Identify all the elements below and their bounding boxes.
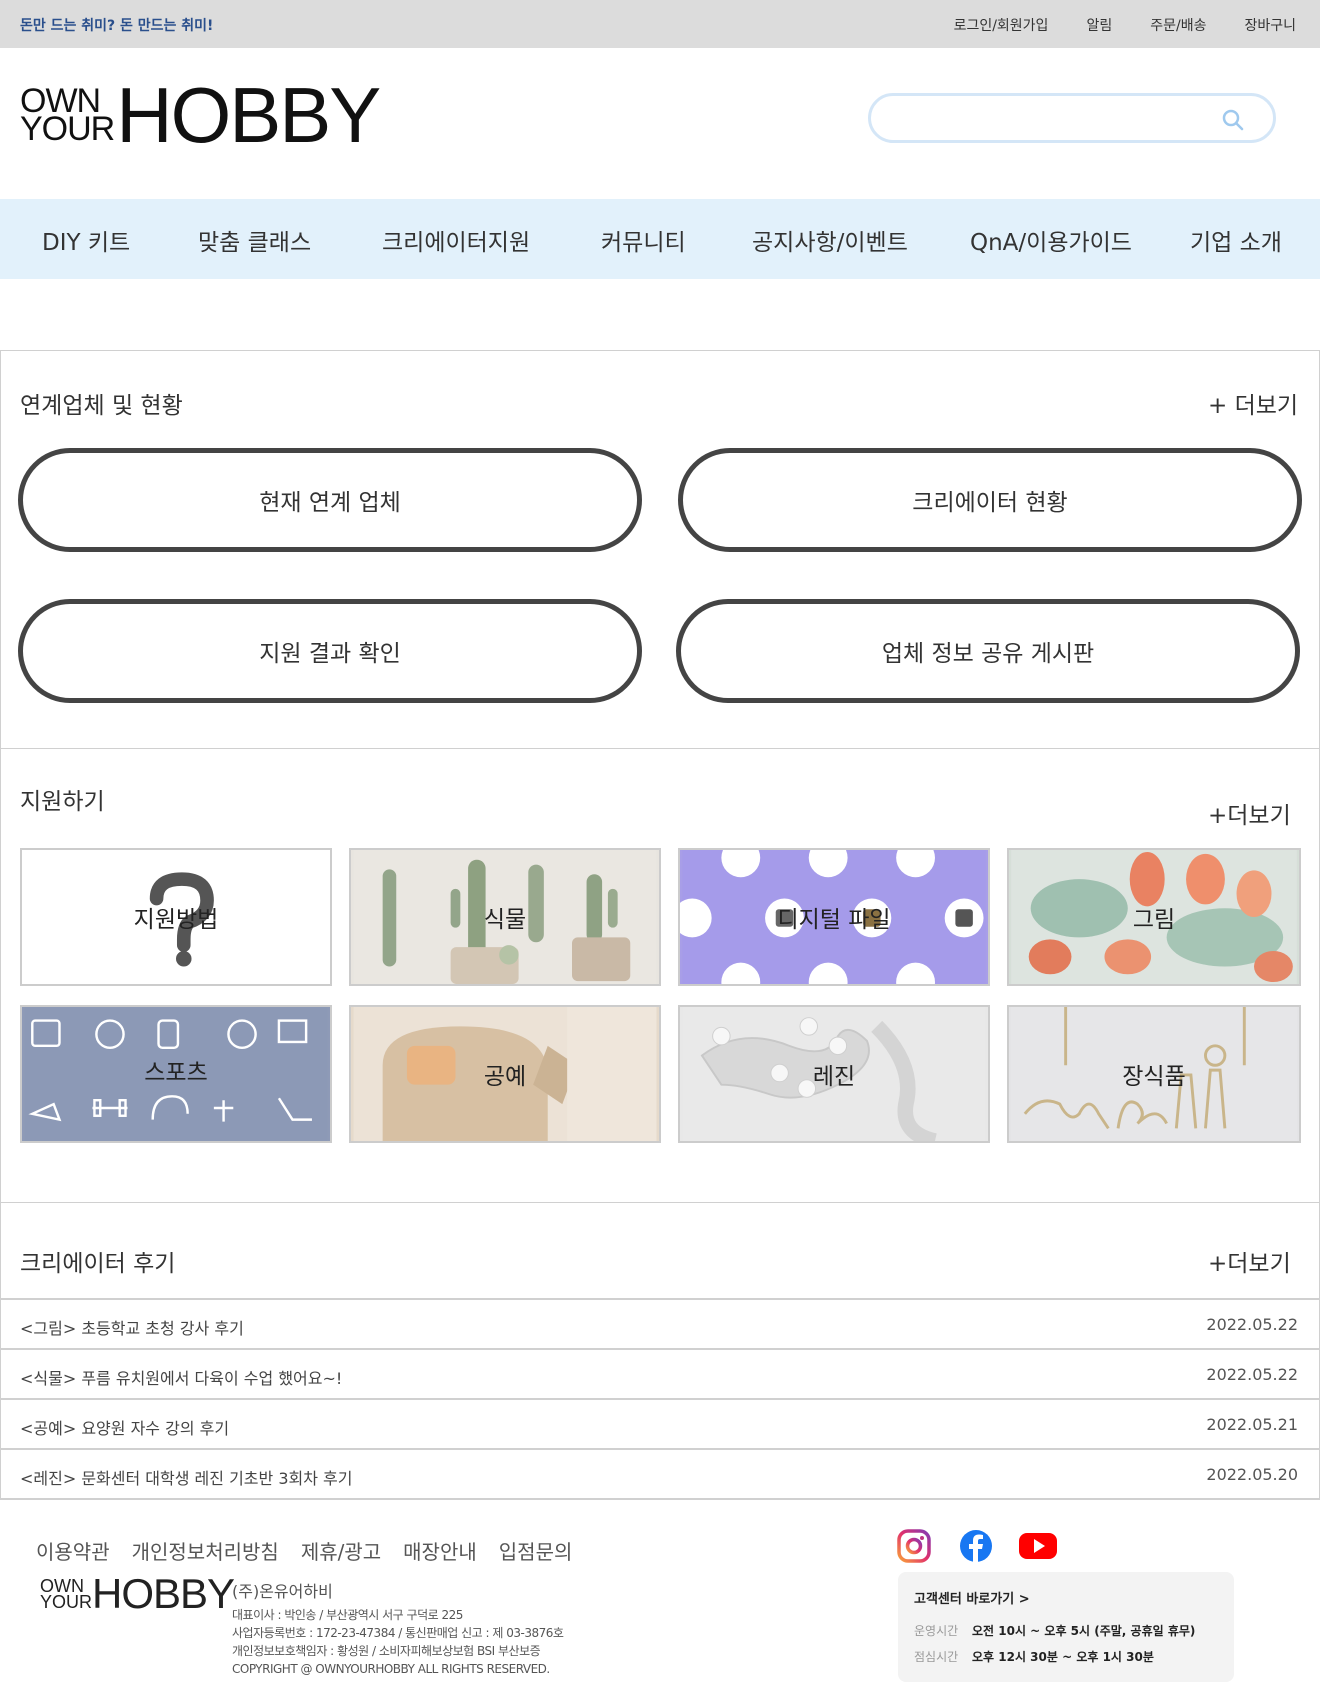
current-partners-button[interactable]: 현재 연계 업체 (18, 448, 642, 552)
nav-company-intro[interactable]: 기업 소개 (1190, 223, 1282, 257)
main-nav: DIY 키트 맞춤 클래스 크리에이터지원 커뮤니티 공지사항/이벤트 QnA/… (0, 199, 1320, 279)
tile-label: 스포츠 (144, 1060, 208, 1086)
tile-how-to-apply[interactable]: 지원방법 (20, 848, 332, 986)
section-divider (0, 748, 1320, 749)
lunch-hours-value: 오후 12시 30분 ~ 오후 1시 30분 (972, 1650, 1154, 1664)
section-divider (0, 1202, 1320, 1203)
review-row[interactable]: <공예> 요양원 자수 강의 후기 2022.05.21 (0, 1400, 1320, 1450)
footer-logo-your: YOUR (40, 1592, 93, 1612)
reviews-more-link[interactable]: +더보기 (1208, 1244, 1291, 1278)
review-date: 2022.05.20 (1206, 1465, 1298, 1484)
footer-logo-hobby: HOBBY (92, 1570, 235, 1617)
tile-digital-files[interactable]: 디지털 파일 (678, 848, 990, 986)
lunch-hours-label: 점심시간 (914, 1650, 959, 1664)
operating-hours-label: 운영시간 (914, 1624, 959, 1638)
logo-your: YOUR (20, 110, 115, 148)
search-bar (868, 93, 1276, 143)
partnership-ad-link[interactable]: 제휴/광고 (301, 1536, 381, 1565)
company-info-line: 사업자등록번호 : 172-23-47384 / 통신판매업 신고 : 제 03… (232, 1626, 564, 1640)
nav-notice-event[interactable]: 공지사항/이벤트 (752, 223, 908, 257)
reviews-title: 크리에이터 후기 (20, 1251, 176, 1277)
review-title: <레진> 문화센터 대학생 레진 기초반 3회차 후기 (20, 1469, 353, 1488)
nav-qna-guide[interactable]: QnA/이용가이드 (970, 223, 1132, 257)
operating-hours-value: 오전 10시 ~ 오후 5시 (주말, 공휴일 휴무) (972, 1624, 1196, 1638)
notification-link[interactable]: 알림 (1086, 15, 1112, 35)
review-date: 2022.05.22 (1206, 1365, 1298, 1384)
lunch-hours: 점심시간 오후 12시 30분 ~ 오후 1시 30분 (914, 1648, 1154, 1665)
logo-small-text: OWN YOUR (20, 84, 115, 148)
logo-hobby: HOBBY (116, 71, 381, 159)
support-result-button[interactable]: 지원 결과 확인 (18, 599, 642, 703)
tile-sports[interactable]: 스포츠 (20, 1005, 332, 1143)
search-input[interactable] (889, 106, 1209, 132)
review-row[interactable]: <레진> 문화센터 대학생 레진 기초반 3회차 후기 2022.05.20 (0, 1450, 1320, 1500)
nav-community[interactable]: 커뮤니티 (601, 223, 686, 257)
terms-link[interactable]: 이용약관 (36, 1536, 110, 1565)
company-info: 대표이사 : 박인송 / 부산광역시 서구 구덕로 225 사업자등록번호 : … (232, 1606, 564, 1678)
tile-label: 지원방법 (133, 907, 219, 933)
tile-label: 디지털 파일 (777, 907, 891, 933)
nav-creator-support[interactable]: 크리에이터지원 (382, 223, 530, 257)
top-bar: 돈만 드는 취미? 돈 만드는 취미! 로그인/회원가입 알림 주문/배송 장바… (0, 0, 1320, 48)
customer-service-link[interactable]: 고객센터 바로가기 > (914, 1588, 1030, 1607)
privacy-policy-link[interactable]: 개인정보처리방침 (132, 1536, 279, 1565)
login-signup-link[interactable]: 로그인/회원가입 (954, 15, 1049, 35)
creator-status-button[interactable]: 크리에이터 현황 (678, 448, 1302, 552)
tile-resin[interactable]: 레진 (678, 1005, 990, 1143)
review-date: 2022.05.21 (1206, 1415, 1298, 1434)
review-row[interactable]: <식물> 푸름 유치원에서 다육이 수업 했어요~! 2022.05.22 (0, 1350, 1320, 1400)
tile-painting[interactable]: 그림 (1007, 848, 1301, 986)
section-divider (0, 350, 1320, 351)
customer-service-box: 고객센터 바로가기 > 운영시간 오전 10시 ~ 오후 5시 (주말, 공휴일… (898, 1572, 1234, 1682)
tile-label: 식물 (483, 907, 527, 933)
review-row[interactable]: <그림> 초등학교 초청 강사 후기 2022.05.22 (0, 1300, 1320, 1350)
apply-title: 지원하기 (20, 789, 105, 815)
apply-more-link[interactable]: +더보기 (1208, 796, 1291, 830)
tile-crafts[interactable]: 공예 (349, 1005, 661, 1143)
tile-label: 레진 (812, 1064, 856, 1090)
search-icon[interactable] (1221, 108, 1245, 132)
company-info-board-button[interactable]: 업체 정보 공유 게시판 (676, 599, 1300, 703)
top-links: 로그인/회원가입 알림 주문/배송 장바구니 (954, 15, 1296, 35)
vendor-inquiry-link[interactable]: 입점문의 (499, 1536, 573, 1565)
company-name: (주)온유어하비 (232, 1582, 333, 1601)
tile-label: 그림 (1132, 907, 1176, 933)
tile-label: 장식품 (1122, 1064, 1186, 1090)
footer-logo-small: OWN YOUR (40, 1577, 93, 1612)
partners-title: 연계업체 및 현황 (20, 393, 183, 419)
footer-logo: OWN YOUR HOBBY (40, 1570, 235, 1617)
cart-link[interactable]: 장바구니 (1244, 15, 1296, 35)
site-logo[interactable]: OWN YOUR HOBBY (20, 71, 381, 159)
youtube-icon[interactable] (1018, 1528, 1058, 1564)
review-title: <공예> 요양원 자수 강의 후기 (20, 1419, 230, 1438)
operating-hours: 운영시간 오전 10시 ~ 오후 5시 (주말, 공휴일 휴무) (914, 1622, 1195, 1639)
tile-plants[interactable]: 식물 (349, 848, 661, 986)
slogan: 돈만 드는 취미? 돈 만드는 취미! (20, 18, 214, 34)
company-info-line: 개인정보보호책임자 : 황성원 / 소비자피해보상보험 BSI 부산보증 (232, 1644, 541, 1658)
facebook-icon[interactable] (958, 1528, 994, 1564)
company-info-line: 대표이사 : 박인송 / 부산광역시 서구 구덕로 225 (232, 1608, 463, 1622)
nav-diy-kit[interactable]: DIY 키트 (42, 223, 130, 257)
copyright: COPYRIGHT @ OWNYOURHOBBY ALL RIGHTS RESE… (232, 1662, 550, 1676)
order-delivery-link[interactable]: 주문/배송 (1150, 15, 1206, 35)
review-title: <식물> 푸름 유치원에서 다육이 수업 했어요~! (20, 1369, 343, 1388)
nav-custom-class[interactable]: 맞춤 클래스 (198, 223, 311, 257)
tile-ornaments[interactable]: 장식품 (1007, 1005, 1301, 1143)
review-title: <그림> 초등학교 초청 강사 후기 (20, 1319, 244, 1338)
tile-label: 공예 (483, 1064, 527, 1090)
instagram-icon[interactable] (896, 1528, 932, 1564)
review-date: 2022.05.22 (1206, 1315, 1298, 1334)
store-info-link[interactable]: 매장안내 (403, 1536, 477, 1565)
partners-more-link[interactable]: + 더보기 (1208, 386, 1298, 420)
footer-links: 이용약관 개인정보처리방침 제휴/광고 매장안내 입점문의 (36, 1536, 572, 1565)
